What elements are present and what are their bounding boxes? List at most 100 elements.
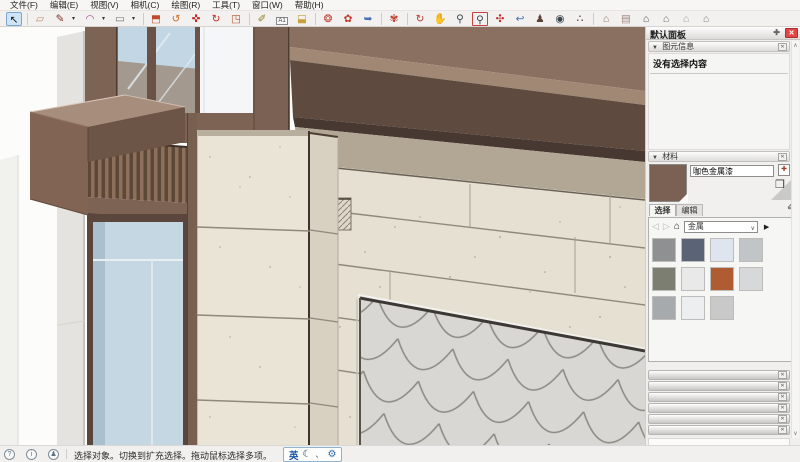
select-tool[interactable]: ↖	[6, 11, 22, 26]
panel-title-bar[interactable]: 默认面板 ✚ ✕	[646, 27, 800, 40]
collapsed-panel-bar[interactable]: ✕	[648, 392, 790, 402]
home-icon[interactable]: ⌂	[674, 221, 680, 232]
line-tool[interactable]: ✎	[52, 12, 68, 26]
pushpull-tool[interactable]: ⬒	[148, 12, 164, 26]
back-arrow-icon[interactable]: ◁	[652, 221, 659, 232]
collapsed-panel-button[interactable]: ✕	[778, 382, 787, 390]
arc-tool-caret[interactable]: ▾	[102, 15, 109, 22]
moon-icon[interactable]: ☾	[303, 449, 312, 460]
info-icon[interactable]: i	[26, 449, 37, 460]
materials-header[interactable]: ▼ 材料 ✕	[648, 151, 790, 162]
eraser-tool[interactable]: ▱	[32, 12, 48, 26]
viewport-3d[interactable]	[0, 27, 645, 445]
stone-pillar[interactable]	[196, 130, 339, 445]
swatch-rust[interactable]	[710, 267, 734, 291]
swatch-steel-white[interactable]	[681, 296, 705, 320]
tape-measure-tool[interactable]: ✐	[254, 12, 270, 26]
house-outline-icon[interactable]: ⌂	[678, 12, 694, 26]
swatch-aluminum-light[interactable]	[710, 238, 734, 262]
swatch-mesh-dark[interactable]	[681, 238, 705, 262]
collapsed-panel-bar[interactable]: ✕	[648, 381, 790, 391]
collapsed-panel-button[interactable]: ✕	[778, 426, 787, 434]
zoom-tool[interactable]: ⚲	[452, 12, 468, 26]
collapsed-panel-bar[interactable]: ✕	[648, 414, 790, 424]
pan-tool[interactable]: ✋	[432, 12, 448, 26]
materials-close-button[interactable]: ✕	[778, 153, 787, 161]
material-preview[interactable]	[649, 164, 688, 203]
share-model-tool[interactable]: ➥	[360, 12, 376, 26]
rotate-tool[interactable]: ↻	[208, 12, 224, 26]
ime-language-button[interactable]: 英	[289, 448, 299, 462]
arc-tool[interactable]: ◠	[82, 12, 98, 26]
details-arrow-button[interactable]: ▶	[764, 223, 769, 231]
swatch-galvanized[interactable]	[652, 296, 676, 320]
forward-arrow-icon[interactable]: ▷	[663, 221, 670, 232]
menu-item[interactable]: 工具(T)	[206, 0, 246, 11]
swatch-corrugated-gray[interactable]	[710, 296, 734, 320]
tab-select[interactable]: 选择	[649, 204, 676, 216]
entity-info-close-button[interactable]: ✕	[778, 43, 787, 51]
swatch-metal-olive[interactable]	[652, 267, 676, 291]
section-fill-tool[interactable]: ✿	[340, 12, 356, 26]
line-tool-caret[interactable]: ▾	[72, 15, 79, 22]
account-icon[interactable]: ♟	[48, 449, 59, 460]
swatch-metal-gray[interactable]	[739, 238, 763, 262]
position-camera-tool[interactable]: ♟	[532, 12, 548, 26]
house-flat-icon[interactable]: ⌂	[698, 12, 714, 26]
create-material-button[interactable]: ✚	[778, 164, 790, 176]
corner-post[interactable]	[187, 113, 197, 445]
rectangle-tool-caret[interactable]: ▾	[132, 15, 139, 22]
previous-view-tool[interactable]: ↩	[512, 12, 528, 26]
paint-bucket-tool[interactable]: ⬓	[294, 12, 310, 26]
scale-tool[interactable]: ◳	[228, 12, 244, 26]
lower-glass-window[interactable]	[87, 214, 187, 445]
orbit-tool[interactable]: ↻	[412, 12, 428, 26]
look-around-tool[interactable]: ◉	[552, 12, 568, 26]
punctuation-icon[interactable]: 、	[315, 449, 323, 460]
warehouse-icon[interactable]: ⌂	[598, 12, 614, 26]
panel-close-button[interactable]: ✕	[785, 28, 798, 38]
swatch-corrugated-white[interactable]	[681, 267, 705, 291]
walk-tool[interactable]: ∴	[572, 12, 588, 26]
paint-sample-cube-icon[interactable]: ❒	[775, 178, 785, 191]
house-box-icon[interactable]: ⌂	[658, 12, 674, 26]
scroll-up-icon[interactable]: ∧	[792, 42, 799, 49]
component-icon[interactable]: ▤	[618, 12, 634, 26]
menu-item[interactable]: 帮助(H)	[289, 0, 330, 11]
menu-item[interactable]: 相机(C)	[125, 0, 166, 11]
gear-icon[interactable]: ⚙	[327, 449, 336, 460]
collapsed-panel-button[interactable]: ✕	[778, 404, 787, 412]
pin-icon[interactable]: ✚	[773, 28, 780, 37]
collapse-arrow-icon[interactable]: ▼	[652, 155, 658, 161]
help-icon[interactable]: ?	[4, 449, 15, 460]
collapsed-panel-button[interactable]: ✕	[778, 393, 787, 401]
material-name-input[interactable]	[690, 165, 774, 177]
category-dropdown[interactable]: 金属 ∨	[683, 220, 758, 233]
panel-scrollbar[interactable]: ∧ ∨	[791, 41, 799, 438]
collapsed-panel-button[interactable]: ✕	[778, 415, 787, 423]
collapsed-panel-bar[interactable]: ✕	[648, 403, 790, 413]
menu-item[interactable]: 编辑(E)	[44, 0, 84, 11]
rectangle-tool[interactable]: ▭	[112, 12, 128, 26]
ime-toolbar[interactable]: 英 ☾ 、 ⚙	[283, 447, 343, 462]
scroll-down-icon[interactable]: ∨	[792, 430, 799, 437]
dimension-tool[interactable]: A1	[274, 12, 290, 26]
tab-edit[interactable]: 编辑	[676, 204, 703, 216]
collapsed-panel-bar[interactable]: ✕	[648, 425, 790, 435]
collapsed-panel-button[interactable]: ✕	[778, 371, 787, 379]
zoom-extents-tool[interactable]: ✣	[492, 12, 508, 26]
home-dark-icon[interactable]: ⌂	[638, 12, 654, 26]
section-plane-tool[interactable]: ❂	[320, 12, 336, 26]
menu-item[interactable]: 文件(F)	[4, 0, 44, 11]
collapsed-panel-bar[interactable]: ✕	[648, 370, 790, 380]
move-tool[interactable]: ✜	[188, 12, 204, 26]
swatch-diamond-plate[interactable]	[739, 267, 763, 291]
menu-item[interactable]: 窗口(W)	[246, 0, 289, 11]
collapse-arrow-icon[interactable]: ▼	[652, 45, 658, 51]
menu-item[interactable]: 绘图(R)	[165, 0, 206, 11]
swatch-weave-gray[interactable]	[652, 238, 676, 262]
entity-info-header[interactable]: ▼ 图元信息 ✕	[648, 41, 790, 52]
followme-tool[interactable]: ↺	[168, 12, 184, 26]
menu-item[interactable]: 视图(V)	[84, 0, 124, 11]
hide-rest-tool[interactable]: ✾	[386, 12, 402, 26]
